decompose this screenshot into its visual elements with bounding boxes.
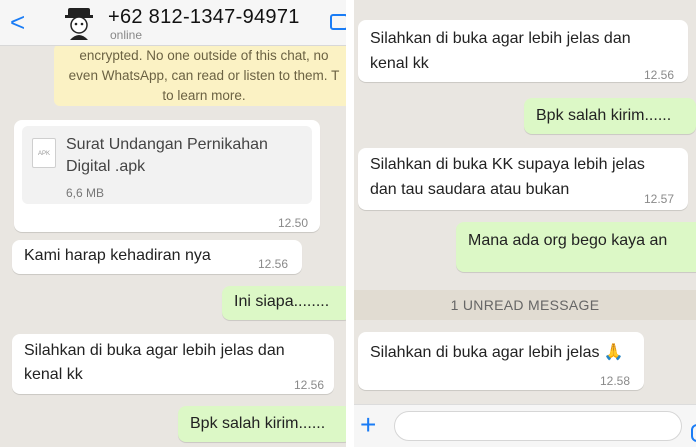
chat-header: < +62 812-1347-94971 online — [0, 0, 346, 46]
back-icon[interactable]: < — [10, 8, 25, 36]
file-size: 6,6 MB — [66, 186, 105, 200]
outgoing-message[interactable]: Bpk salah kirim...... — [524, 98, 696, 134]
encryption-notice-line: to learn more. — [162, 88, 246, 103]
message-time: 12.56 — [644, 68, 675, 82]
outgoing-message[interactable]: Ini siapa........ — [222, 286, 346, 320]
video-call-icon[interactable] — [330, 14, 346, 30]
message-text: Ini siapa........ — [234, 293, 330, 310]
contact-name[interactable]: +62 812-1347-94971 — [108, 6, 300, 29]
message-text: Bpk salah kirim...... — [536, 107, 672, 124]
message-text: Mana ada org bego kaya an — [468, 232, 668, 249]
incoming-message[interactable]: Silahkan di buka agar lebih jelas 🙏 12.5… — [358, 332, 644, 390]
sticker-icon[interactable] — [691, 424, 696, 442]
message-text: Kami harap kehadiran nya — [24, 247, 211, 264]
file-attachment[interactable]: APK Surat Undangan Pernikahan Digital .a… — [22, 126, 312, 204]
message-text: Bpk salah kirim...... — [190, 415, 326, 432]
message-text: dan tau saudara atau bukan — [370, 181, 570, 198]
incoming-message[interactable]: Silahkan di buka agar lebih jelas dan ke… — [12, 334, 334, 394]
incoming-message[interactable]: Silahkan di buka KK supaya lebih jelas d… — [358, 148, 688, 210]
plus-icon[interactable]: + — [360, 411, 376, 439]
message-text: kenal kk — [24, 366, 83, 383]
message-time: 12.50 — [278, 216, 309, 230]
message-text: kenal kk — [370, 55, 429, 72]
message-text: Silahkan di buka agar lebih jelas 🙏 — [370, 344, 624, 361]
file-message[interactable]: APK Surat Undangan Pernikahan Digital .a… — [14, 120, 320, 232]
incoming-message[interactable]: Silahkan di buka agar lebih jelas dan ke… — [358, 20, 688, 82]
outgoing-message[interactable]: Bpk salah kirim...... — [178, 406, 346, 442]
contact-status: online — [110, 28, 143, 42]
unread-divider: 1 UNREAD MESSAGE — [354, 290, 696, 320]
encryption-notice[interactable]: encrypted. No one outside of this chat, … — [54, 44, 346, 106]
file-icon: APK — [32, 138, 56, 168]
encryption-notice-line: even WhatsApp, can read or listen to the… — [68, 68, 340, 83]
chat-screenshot-right: Silahkan di buka agar lebih jelas dan ke… — [354, 0, 696, 447]
file-name: Surat Undangan Pernikahan Digital .apk — [66, 136, 268, 175]
encryption-notice-line: encrypted. No one outside of this chat, … — [79, 48, 329, 63]
outgoing-message[interactable]: Mana ada org bego kaya an — [456, 222, 696, 272]
message-input-bar: + — [354, 404, 696, 447]
message-time: 12.56 — [294, 378, 325, 392]
message-text: Silahkan di buka agar lebih jelas dan — [24, 342, 285, 359]
message-time: 12.56 — [258, 257, 289, 271]
incoming-message[interactable]: Kami harap kehadiran nya 12.56 — [12, 240, 302, 274]
message-input[interactable] — [394, 411, 696, 442]
message-time: 12.57 — [644, 192, 675, 206]
message-text: Silahkan di buka agar lebih jelas dan — [370, 30, 631, 47]
message-time: 12.58 — [600, 374, 631, 388]
message-text: Silahkan di buka KK supaya lebih jelas — [370, 156, 645, 173]
chat-screenshot-left: encrypted. No one outside of this chat, … — [0, 0, 346, 447]
avatar[interactable] — [62, 6, 96, 40]
